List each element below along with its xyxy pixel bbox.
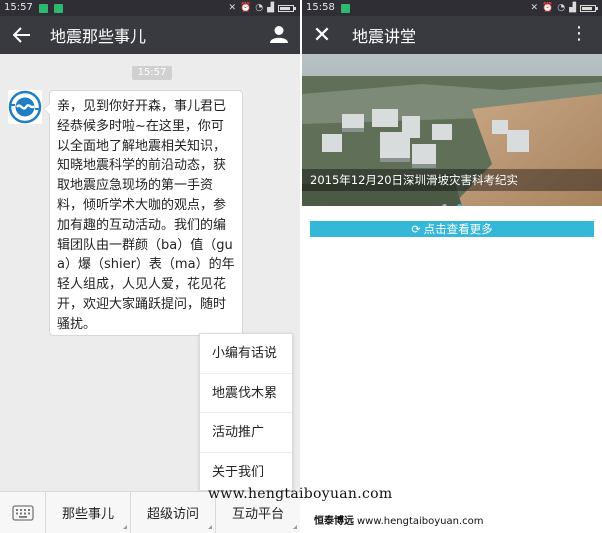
menu-tab-super-visit[interactable]: 超级访问 [131, 492, 216, 533]
banner-carousel[interactable]: 2015年12月20日深圳滑坡灾害科考纪实 [302, 54, 602, 206]
carousel-dots [302, 194, 602, 206]
alarm-icon: ⏰ [240, 3, 252, 13]
banner-caption: 2015年12月20日深圳滑坡灾害科考纪实 [302, 169, 602, 191]
status-bar: 15:57 ✕ ⏰ ◔ ▟ [0, 0, 300, 16]
popup-item-xiaobian[interactable]: 小编有话说 [200, 334, 292, 374]
wifi-icon: ◔ [255, 3, 264, 13]
notification-icon [39, 4, 49, 13]
status-time: 15:58 [306, 2, 335, 13]
silent-icon: ✕ [530, 3, 538, 13]
avatar[interactable] [8, 90, 42, 124]
carousel-dot[interactable] [456, 204, 462, 206]
person-icon[interactable] [270, 25, 288, 47]
app-bar: ✕ 地震讲堂 ⋮ [302, 16, 602, 54]
popup-item-promotion[interactable]: 活动推广 [200, 413, 292, 453]
signal-icon: ▟ [267, 3, 274, 13]
refresh-icon: ⟳ [411, 223, 421, 236]
menu-tab-naxieshier[interactable]: 那些事儿 [46, 492, 131, 533]
carousel-dot[interactable] [442, 204, 448, 206]
message-bubble: 亲，见到你好开森，事儿君已经恭候多时啦~在这里，你可以全面地了解地震相关知识，知… [43, 90, 243, 336]
popup-menu: 小编有话说 地震伐木累 活动推广 关于我们 [199, 333, 293, 491]
notification-icon [54, 4, 64, 13]
arrow-left-icon[interactable] [0, 27, 44, 43]
silent-icon: ✕ [228, 3, 236, 13]
keyboard-icon[interactable] [0, 492, 46, 533]
close-icon[interactable]: ✕ [302, 23, 342, 48]
watermark-brand-name: 恒泰博远 [314, 516, 354, 527]
more-vertical-icon[interactable]: ⋮ [570, 24, 588, 44]
wifi-icon: ◔ [557, 3, 566, 13]
lecture-screen: 15:58 ✕ ⏰ ◔ ▟ ✕ 地震讲堂 ⋮ 2015年12月20日深圳滑坡灾害… [302, 0, 602, 533]
view-more-button[interactable]: ⟳ 点击查看更多 [310, 221, 594, 237]
app-bar: 地震那些事儿 [0, 16, 300, 54]
popup-item-family[interactable]: 地震伐木累 [200, 374, 292, 413]
watermark-url: www.hengtaiboyuan.com [208, 486, 393, 502]
status-bar: 15:58 ✕ ⏰ ◔ ▟ [302, 0, 602, 16]
page-title: 地震那些事儿 [50, 27, 147, 46]
chat-timestamp: 15:57 [132, 66, 172, 80]
battery-icon [278, 4, 296, 12]
watermark-brand: 恒泰博远 www.hengtaiboyuan.com [314, 512, 484, 527]
signal-icon: ▟ [569, 3, 576, 13]
watermark-brand-url: www.hengtaiboyuan.com [357, 516, 484, 527]
battery-icon [580, 4, 598, 12]
chat-screen: 15:57 ✕ ⏰ ◔ ▟ 地震那些事儿 15:57 亲，见到你好开森，事儿君已… [0, 0, 300, 533]
notification-icon [341, 4, 351, 13]
status-time: 15:57 [4, 2, 33, 13]
alarm-icon: ⏰ [542, 3, 554, 13]
view-more-label: 点击查看更多 [423, 222, 493, 236]
page-title: 地震讲堂 [352, 27, 417, 46]
